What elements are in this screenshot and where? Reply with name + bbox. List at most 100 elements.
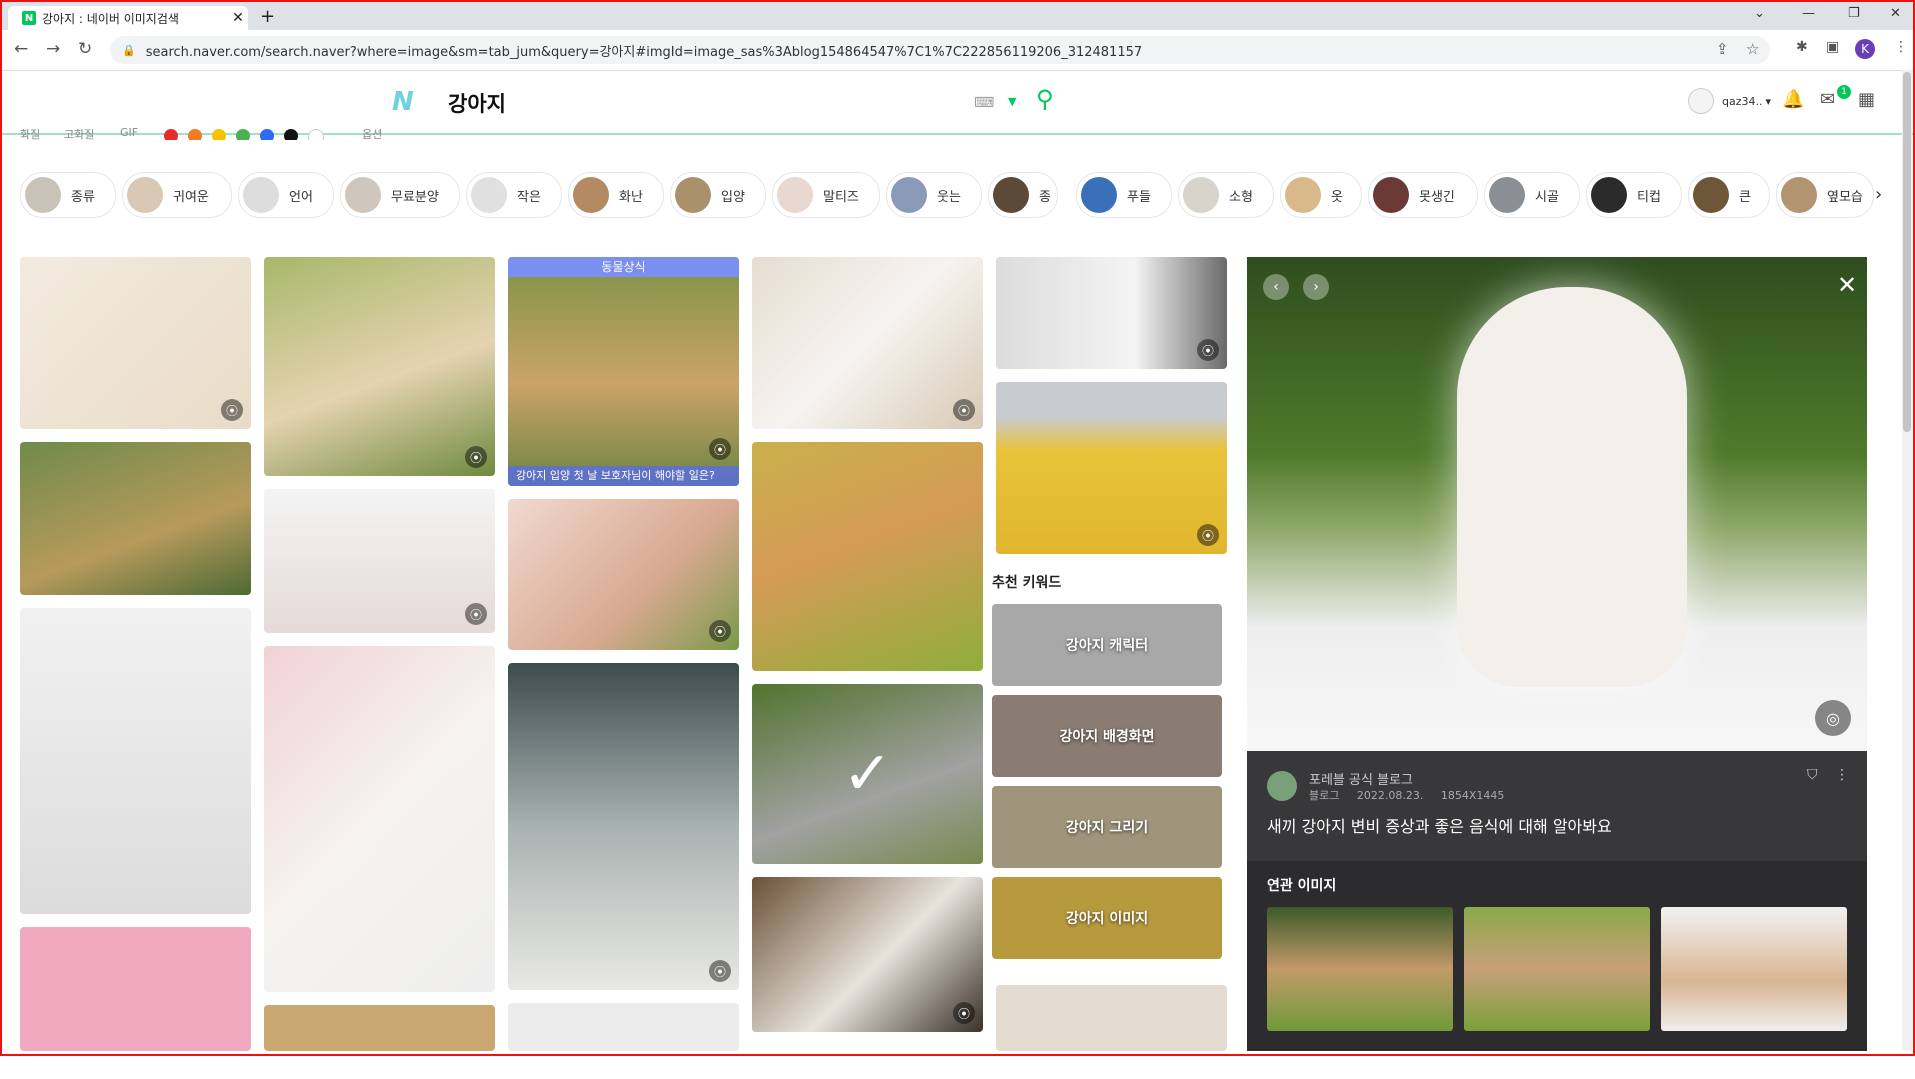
chip[interactable]: 소형: [1178, 172, 1274, 218]
chip[interactable]: 종류: [20, 172, 116, 218]
bookmark-star-icon[interactable]: ☆: [1746, 40, 1759, 58]
notification-bell-icon[interactable]: 🔔: [1782, 89, 1804, 110]
image-tile[interactable]: [752, 442, 983, 671]
related-image[interactable]: [1267, 907, 1453, 1031]
browser-tab[interactable]: N 강아지 : 네이버 이미지검색 ✕: [8, 6, 248, 30]
location-pin-icon[interactable]: ⦿: [221, 399, 243, 421]
color-yellow-swatch[interactable]: [212, 129, 226, 140]
related-image[interactable]: [1661, 907, 1847, 1031]
image-title[interactable]: 새끼 강아지 변비 증상과 좋은 음식에 대해 알아봐요: [1267, 813, 1612, 837]
image-tile[interactable]: 동물상식 강아지 입양 첫 날 보호자님이 해야할 일은? ⦿: [508, 257, 739, 486]
scrollbar-thumb[interactable]: [1903, 72, 1911, 432]
color-black-swatch[interactable]: [284, 129, 298, 140]
chip[interactable]: 언어: [238, 172, 334, 218]
chip[interactable]: 못생긴: [1368, 172, 1478, 218]
image-tile[interactable]: ⦿: [508, 499, 739, 650]
filter-hd[interactable]: 고화질: [64, 126, 94, 140]
recommend-keyword[interactable]: 강아지 캐릭터: [992, 604, 1222, 686]
filter-options[interactable]: 옵션: [362, 126, 382, 140]
location-pin-icon[interactable]: ⦿: [465, 603, 487, 625]
mail-icon[interactable]: ✉: [1820, 89, 1835, 110]
location-pin-icon[interactable]: ⦿: [709, 438, 731, 460]
viewer-close-icon[interactable]: ✕: [1837, 271, 1857, 299]
extensions-icon[interactable]: ✱: [1796, 39, 1808, 55]
previous-image-icon[interactable]: ‹: [1263, 274, 1289, 300]
chip[interactable]: 무료분양: [340, 172, 460, 218]
chip[interactable]: 작은: [466, 172, 562, 218]
profile-avatar[interactable]: K: [1855, 39, 1875, 59]
restore-icon[interactable]: ❐: [1848, 6, 1860, 21]
bookmark-icon[interactable]: ⛉: [1807, 767, 1818, 783]
image-tile[interactable]: [20, 927, 251, 1051]
image-tile[interactable]: ⦿: [264, 489, 495, 633]
chip[interactable]: 푸들: [1076, 172, 1172, 218]
color-white-swatch[interactable]: [308, 129, 324, 140]
color-orange-swatch[interactable]: [188, 129, 202, 140]
chip[interactable]: 종: [988, 172, 1058, 218]
color-green-swatch[interactable]: [236, 129, 250, 140]
keyboard-icon[interactable]: ⌨: [974, 95, 994, 111]
tab-search-icon[interactable]: ⌄: [1754, 6, 1765, 21]
naver-logo-icon[interactable]: N: [392, 87, 414, 117]
next-image-icon[interactable]: ›: [1303, 274, 1329, 300]
image-tile[interactable]: [20, 608, 251, 914]
address-bar[interactable]: 🔒 search.naver.com/search.naver?where=im…: [110, 36, 1770, 64]
color-blue-swatch[interactable]: [260, 129, 274, 140]
chip[interactable]: 웃는: [886, 172, 982, 218]
image-tile[interactable]: ⦿: [752, 877, 983, 1032]
filter-quality[interactable]: 화질: [20, 126, 40, 140]
back-icon[interactable]: ←: [14, 39, 28, 59]
chip[interactable]: 시골: [1484, 172, 1580, 218]
image-tile[interactable]: [996, 985, 1227, 1051]
tab-close-icon[interactable]: ✕: [228, 10, 248, 26]
image-tile[interactable]: [264, 646, 495, 992]
chip[interactable]: 옆모습: [1776, 172, 1874, 218]
color-red-swatch[interactable]: [164, 129, 178, 140]
image-tile[interactable]: ⦿: [264, 257, 495, 476]
image-tile[interactable]: ⦿: [996, 257, 1227, 369]
image-tile[interactable]: ⦿: [508, 663, 739, 990]
page-scrollbar[interactable]: [1902, 70, 1912, 1050]
more-options-icon[interactable]: ⋮: [1835, 767, 1849, 783]
chip[interactable]: 말티즈: [772, 172, 880, 218]
browser-menu-icon[interactable]: ⋮: [1894, 39, 1908, 55]
share-icon[interactable]: ⇪: [1716, 40, 1729, 58]
image-tile[interactable]: [508, 1003, 739, 1051]
new-tab-icon[interactable]: +: [260, 6, 275, 27]
minimize-icon[interactable]: —: [1802, 6, 1815, 21]
filter-gif[interactable]: GIF: [120, 126, 138, 139]
image-tile[interactable]: ⦿: [996, 382, 1227, 554]
recommend-keyword[interactable]: 강아지 그리기: [992, 786, 1222, 868]
chip[interactable]: 옷: [1280, 172, 1362, 218]
apps-grid-icon[interactable]: ▦: [1858, 89, 1875, 110]
related-image[interactable]: [1464, 907, 1650, 1031]
location-pin-icon[interactable]: ⦿: [953, 1002, 975, 1024]
location-pin-icon[interactable]: ⦿: [1197, 524, 1219, 546]
location-pin-icon[interactable]: ⦿: [465, 446, 487, 468]
chips-next-icon[interactable]: ›: [1875, 184, 1882, 205]
image-tile[interactable]: [20, 442, 251, 595]
recommend-keyword[interactable]: 강아지 이미지: [992, 877, 1222, 959]
image-tile[interactable]: ⦿: [20, 257, 251, 429]
chip[interactable]: 화난: [568, 172, 664, 218]
search-query[interactable]: 강아지: [448, 88, 506, 118]
forward-icon[interactable]: →: [46, 39, 60, 59]
window-close-icon[interactable]: ✕: [1890, 6, 1901, 21]
lens-search-icon[interactable]: ◎: [1815, 700, 1851, 736]
chip[interactable]: 티컵: [1586, 172, 1682, 218]
location-pin-icon[interactable]: ⦿: [709, 620, 731, 642]
user-menu[interactable]: qaz34.. ▾: [1688, 88, 1771, 114]
chip[interactable]: 입양: [670, 172, 766, 218]
sidepanel-icon[interactable]: ▣: [1826, 39, 1839, 55]
viewer-image[interactable]: [1247, 257, 1867, 751]
reload-icon[interactable]: ↻: [78, 39, 92, 59]
chip[interactable]: 귀여운: [122, 172, 232, 218]
search-icon[interactable]: ⚲: [1036, 85, 1054, 113]
image-tile[interactable]: [264, 1005, 495, 1051]
image-tile selected-image[interactable]: ✓: [752, 684, 983, 864]
location-pin-icon[interactable]: ⦿: [1197, 339, 1219, 361]
keyboard-dropdown-icon[interactable]: ▼: [1008, 95, 1016, 108]
source-name[interactable]: 포레블 공식 블로그: [1309, 769, 1413, 788]
image-tile[interactable]: ⦿: [752, 257, 983, 429]
location-pin-icon[interactable]: ⦿: [953, 399, 975, 421]
